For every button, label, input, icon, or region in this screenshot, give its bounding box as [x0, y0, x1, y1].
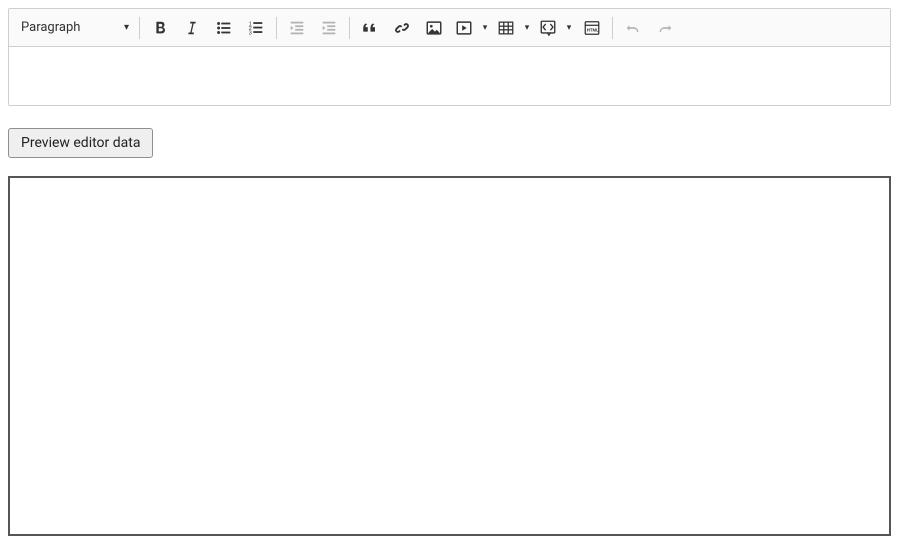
editor-container: Paragraph ▾ 123 — [8, 8, 891, 106]
italic-button[interactable] — [176, 13, 208, 43]
heading-dropdown-label: Paragraph — [21, 20, 80, 35]
toolbar-separator — [276, 17, 277, 39]
decrease-indent-icon — [288, 19, 306, 37]
toolbar-separator — [349, 17, 350, 39]
blockquote-icon — [361, 19, 379, 37]
insert-table-button[interactable]: ▾ — [492, 13, 534, 43]
bold-icon — [151, 19, 169, 37]
chevron-down-icon: ▾ — [124, 22, 129, 33]
source-editing-button[interactable]: HTML — [576, 13, 608, 43]
table-icon — [497, 19, 515, 37]
link-icon — [393, 19, 411, 37]
toolbar-separator — [139, 17, 140, 39]
code-block-button[interactable]: ▾ — [534, 13, 576, 43]
html-source-icon: HTML — [583, 19, 601, 37]
code-block-main[interactable] — [534, 13, 562, 43]
italic-icon — [183, 19, 201, 37]
increase-indent-button[interactable] — [313, 13, 345, 43]
code-block-icon — [539, 19, 557, 37]
image-button[interactable] — [418, 13, 450, 43]
chevron-down-icon[interactable]: ▾ — [478, 13, 492, 43]
bold-button[interactable] — [144, 13, 176, 43]
undo-button[interactable] — [617, 13, 649, 43]
blockquote-button[interactable] — [354, 13, 386, 43]
editor-toolbar: Paragraph ▾ 123 — [9, 9, 890, 47]
undo-icon — [624, 19, 642, 37]
media-embed-button[interactable]: ▾ — [450, 13, 492, 43]
decrease-indent-button[interactable] — [281, 13, 313, 43]
link-button[interactable] — [386, 13, 418, 43]
svg-text:3: 3 — [249, 30, 252, 36]
media-embed-icon — [455, 19, 473, 37]
chevron-down-icon[interactable]: ▾ — [562, 13, 576, 43]
bulleted-list-button[interactable] — [208, 13, 240, 43]
redo-button[interactable] — [649, 13, 681, 43]
toolbar-separator — [612, 17, 613, 39]
media-embed-main[interactable] — [450, 13, 478, 43]
numbered-list-icon: 123 — [247, 19, 265, 37]
editor-content-area[interactable] — [9, 47, 890, 105]
svg-text:HTML: HTML — [587, 27, 599, 32]
numbered-list-button[interactable]: 123 — [240, 13, 272, 43]
redo-icon — [656, 19, 674, 37]
bulleted-list-icon — [215, 19, 233, 37]
preview-output-box — [8, 176, 891, 536]
image-icon — [425, 19, 443, 37]
increase-indent-icon — [320, 19, 338, 37]
insert-table-main[interactable] — [492, 13, 520, 43]
chevron-down-icon[interactable]: ▾ — [520, 13, 534, 43]
heading-dropdown[interactable]: Paragraph ▾ — [11, 13, 135, 43]
preview-editor-data-button[interactable]: Preview editor data — [8, 128, 153, 158]
